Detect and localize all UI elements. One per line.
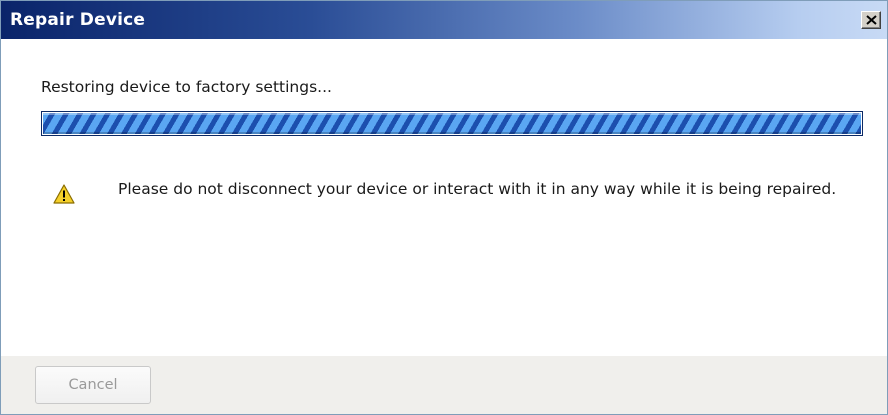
close-button[interactable] (861, 11, 881, 29)
cancel-button[interactable]: Cancel (35, 366, 151, 404)
title-bar[interactable]: Repair Device (1, 1, 887, 39)
progress-bar-fill (43, 113, 861, 134)
progress-status-text: Restoring device to factory settings... (41, 78, 332, 96)
dialog-footer: Cancel (1, 356, 887, 414)
warning-icon (53, 184, 75, 204)
close-icon (866, 15, 877, 25)
warning-message: Please do not disconnect your device or … (118, 180, 837, 198)
progress-bar (41, 111, 863, 136)
window-title: Repair Device (10, 10, 146, 30)
repair-device-dialog: Repair Device Restoring device to factor… (0, 0, 888, 415)
